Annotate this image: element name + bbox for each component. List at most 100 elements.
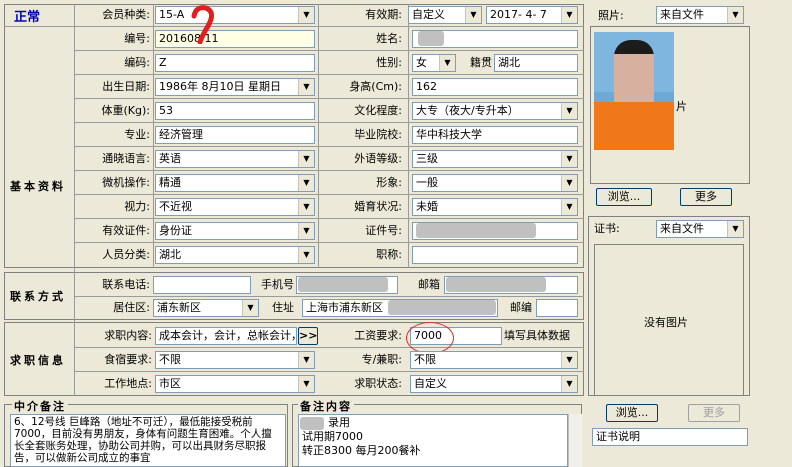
member-type-value: 15-A (159, 8, 185, 21)
board-label: 食宿要求: (104, 353, 152, 366)
school-input[interactable]: 华中科技大学 (412, 126, 578, 144)
grid-line (74, 296, 584, 297)
chevron-down-icon[interactable]: ▼ (242, 300, 258, 316)
grid-line (4, 26, 584, 27)
chevron-down-icon[interactable]: ▼ (561, 376, 577, 392)
photo-label: 照片: (598, 9, 624, 22)
board-select[interactable]: 不限 ▼ (155, 351, 315, 369)
postcode-input[interactable] (536, 299, 578, 317)
notes-line: 录用 (328, 416, 350, 429)
chevron-down-icon[interactable]: ▼ (298, 352, 314, 368)
notes-title: 备注内容 (298, 398, 354, 414)
id-type-select[interactable]: 身份证 ▼ (155, 222, 315, 240)
validity-type-value: 自定义 (412, 8, 445, 21)
eyesight-select[interactable]: 不近视 ▼ (155, 198, 315, 216)
number-input[interactable]: 201608 11 (155, 30, 315, 48)
chevron-down-icon[interactable]: ▼ (561, 151, 577, 167)
height-input[interactable]: 162 (412, 78, 578, 96)
validity-date-value: 2017- 4- 7 (490, 8, 547, 21)
image-select[interactable]: 一般 ▼ (412, 174, 578, 192)
foreign-level-select[interactable]: 三级 ▼ (412, 150, 578, 168)
job-title-input[interactable] (412, 246, 578, 264)
chevron-down-icon[interactable]: ▼ (298, 223, 314, 239)
photo-image (594, 32, 674, 150)
member-type-select[interactable]: 15-A ▼ (155, 6, 315, 24)
district-select[interactable]: 浦东新区 ▼ (153, 299, 259, 317)
agency-notes-textarea[interactable]: 6、12号线 巨峰路（地址不可迁），最低能接受税前7000，目前没有男朋友，身体… (10, 414, 286, 467)
cert-source-select[interactable]: 来自文件 ▼ (656, 220, 744, 238)
notes-line: 转正8300 每月200餐补 (302, 444, 421, 457)
location-label: 工作地点: (104, 377, 152, 390)
native-input[interactable]: 湖北 (494, 54, 578, 72)
grid-line (74, 74, 584, 75)
birth-date-picker[interactable]: 1986年 8月10日 星期日 ▼ (155, 78, 315, 96)
chevron-down-icon[interactable]: ▼ (298, 376, 314, 392)
grid-line (74, 347, 584, 348)
salary-note: 填写具体数据 (504, 329, 570, 342)
code-label: 编码: (124, 56, 150, 69)
cert-browse-button[interactable]: 浏览... (606, 404, 658, 422)
marital-select[interactable]: 未婚 ▼ (412, 198, 578, 216)
validity-type-select[interactable]: 自定义 ▼ (408, 6, 482, 24)
photo-source-select[interactable]: 来自文件 ▼ (656, 6, 744, 24)
chevron-down-icon[interactable]: ▼ (298, 151, 314, 167)
chevron-down-icon[interactable]: ▼ (727, 7, 743, 23)
major-input[interactable]: 经济管理 (155, 126, 315, 144)
chevron-down-icon[interactable]: ▼ (298, 7, 314, 23)
education-select[interactable]: 大专（夜大/专升本） ▼ (412, 102, 578, 120)
chevron-down-icon[interactable]: ▼ (561, 175, 577, 191)
notes-textarea[interactable]: 录用 试用期7000 转正8300 每月200餐补 (298, 414, 568, 467)
chevron-down-icon[interactable]: ▼ (298, 175, 314, 191)
position-input[interactable]: 成本会计，会计，总帐会计， (155, 327, 297, 345)
chevron-down-icon[interactable]: ▼ (298, 247, 314, 263)
district-value: 浦东新区 (157, 301, 201, 314)
validity-date-picker[interactable]: 2017- 4- 7 ▼ (486, 6, 578, 24)
language-select[interactable]: 英语 ▼ (155, 150, 315, 168)
photo-browse-button[interactable]: 浏览... (596, 188, 652, 206)
fulltime-select[interactable]: 不限 ▼ (410, 351, 578, 369)
redacted-mobile (298, 277, 388, 292)
photo-more-button[interactable]: 更多 (680, 188, 732, 206)
grid-line (74, 146, 584, 147)
district-label: 居住区: (113, 301, 150, 314)
validity-label: 有效期: (365, 8, 402, 21)
section-title-basic: 基本资料 (10, 180, 66, 193)
chevron-down-icon[interactable]: ▼ (298, 199, 314, 215)
weight-input[interactable]: 53 (155, 102, 315, 120)
salary-label: 工资要求: (354, 329, 402, 342)
cert-desc-input[interactable]: 证书说明 (592, 428, 748, 446)
location-select[interactable]: 市区 ▼ (155, 375, 315, 393)
chevron-down-icon[interactable]: ▼ (561, 103, 577, 119)
image-value: 一般 (416, 176, 438, 189)
job-status-select[interactable]: 自定义 ▼ (410, 375, 578, 393)
annotation-circle-salary (406, 322, 454, 354)
computer-select[interactable]: 精通 ▼ (155, 174, 315, 192)
gender-value: 女 (416, 56, 427, 69)
photo-source-value: 来自文件 (660, 8, 704, 21)
redacted-notes (300, 417, 324, 430)
chevron-down-icon[interactable]: ▼ (727, 221, 743, 237)
code-input[interactable]: Z (155, 54, 315, 72)
grid-line (74, 218, 584, 219)
marital-label: 婚育状况: (354, 200, 402, 213)
cert-source-value: 来自文件 (660, 222, 704, 235)
chevron-down-icon[interactable]: ▼ (439, 55, 455, 71)
chevron-down-icon[interactable]: ▼ (298, 79, 314, 95)
foreign-level-label: 外语等级: (354, 152, 402, 165)
gender-select[interactable]: 女 ▼ (412, 54, 456, 72)
more-position-button[interactable]: >> (298, 327, 318, 345)
redacted-email (446, 277, 546, 292)
chevron-down-icon[interactable]: ▼ (561, 7, 577, 23)
phone-label: 联系电话: (102, 278, 150, 291)
cert-more-button[interactable]: 更多 (688, 404, 740, 422)
chevron-down-icon[interactable]: ▼ (561, 352, 577, 368)
chevron-down-icon[interactable]: ▼ (465, 7, 481, 23)
annotation-scribble (191, 5, 214, 44)
category-value: 湖北 (159, 248, 181, 261)
native-label: 籍贯 (470, 56, 492, 69)
chevron-down-icon[interactable]: ▼ (561, 199, 577, 215)
school-label: 毕业院校: (354, 128, 402, 141)
category-select[interactable]: 湖北 ▼ (155, 246, 315, 264)
phone-input[interactable] (153, 276, 251, 294)
notes-scrollbar[interactable] (568, 414, 582, 467)
